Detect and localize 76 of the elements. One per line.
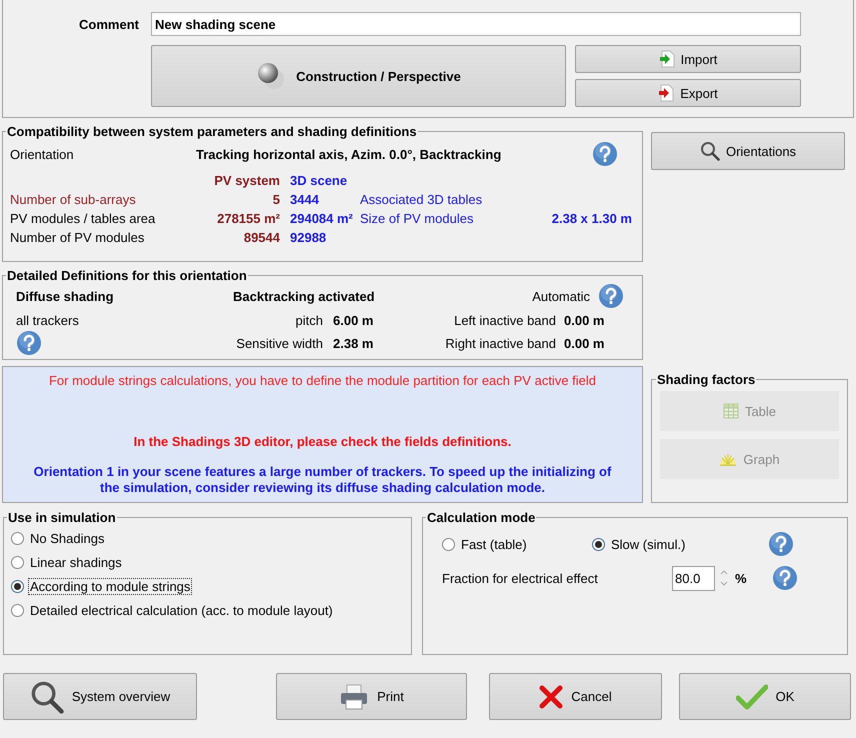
- column-header: 3D scene: [289, 173, 348, 188]
- row-label: Number of PV modules: [10, 230, 146, 245]
- search-icon: [700, 141, 720, 161]
- row-label: PV modules / tables area: [10, 211, 156, 226]
- radio-label[interactable]: Detailed electrical calculation (acc. to module layout): [29, 603, 334, 618]
- help-icon[interactable]: [598, 283, 624, 309]
- message-text: For module strings calculations, you have to define the module partition for each PV active field: [48, 373, 596, 389]
- row-label: Number of sub-arrays: [10, 192, 137, 207]
- radio-label[interactable]: No Shadings: [29, 531, 106, 546]
- radio-label[interactable]: Linear shadings: [29, 555, 123, 570]
- pv-value: 89544: [242, 230, 280, 245]
- message-text: Orientation 1 in your scene features a large number of trackers. To speed up the initializing of the simulation, consider reviewing its diffuse shading calculation mode.: [32, 464, 612, 496]
- orientation-label: Orientation: [10, 146, 75, 162]
- info-label: Size of PV modules: [360, 211, 474, 226]
- radio-label[interactable]: Fast (table): [460, 536, 528, 552]
- backtracking-status: Backtracking activated: [233, 288, 376, 304]
- orientation-value: Tracking horizontal axis, Azim. 0.0°, Backtracking: [196, 146, 502, 162]
- pv-value: 278155 m²: [216, 211, 280, 226]
- radio-button[interactable]: [442, 538, 455, 550]
- help-icon[interactable]: [16, 330, 42, 356]
- param-label: Sensitive width: [235, 336, 323, 350]
- import-icon: [658, 50, 675, 68]
- export-icon: [658, 84, 674, 102]
- construction-button[interactable]: Construction / Perspective: [151, 45, 566, 107]
- param-value: 0.00 m: [563, 313, 606, 328]
- print-button[interactable]: Print: [276, 673, 467, 720]
- param-value: 2.38 m: [332, 336, 374, 350]
- help-icon[interactable]: [772, 565, 798, 591]
- comment-field[interactable]: New shading scene: [151, 12, 801, 36]
- param-label: Left inactive band: [453, 313, 556, 328]
- radio-button[interactable]: [11, 556, 24, 569]
- radio-button[interactable]: [592, 538, 605, 550]
- ok-button[interactable]: OK: [679, 673, 851, 720]
- scene-value: 294084 m²: [289, 211, 354, 226]
- radio-button[interactable]: [11, 532, 24, 545]
- percent-unit: %: [735, 570, 747, 586]
- system-overview-button[interactable]: System overview: [3, 673, 197, 720]
- radio-button[interactable]: [11, 580, 24, 593]
- message-text: In the Shadings 3D editor, please check the fields definitions.: [134, 434, 512, 450]
- radio-label[interactable]: Slow (simul.): [610, 536, 686, 552]
- scene-value: 3444: [289, 192, 320, 207]
- diffuse-value: all trackers: [16, 313, 80, 328]
- export-button[interactable]: Export: [575, 79, 801, 107]
- orientations-button[interactable]: Orientations: [651, 132, 845, 170]
- info-value: 2.38 x 1.30 m: [550, 211, 633, 226]
- checkmark-icon: [736, 684, 768, 710]
- info-label: Associated 3D tables: [360, 192, 484, 207]
- help-icon[interactable]: [768, 531, 794, 557]
- radio-label[interactable]: According to module strings: [29, 579, 192, 594]
- fraction-field[interactable]: 80.0: [672, 566, 715, 590]
- search-icon: [30, 680, 64, 714]
- graph-icon: [719, 452, 738, 466]
- table-icon: [722, 403, 739, 419]
- group-title: Compatibility between system parameters and shading definitions: [6, 124, 418, 139]
- diffuse-shading-title: Diffuse shading: [16, 288, 115, 304]
- group-title: Detailed Definitions for this orientation: [6, 268, 248, 283]
- scene-value: 92988: [289, 230, 328, 245]
- column-header: PV system: [213, 173, 280, 188]
- param-label: Right inactive band: [444, 336, 556, 350]
- help-icon[interactable]: [592, 141, 618, 167]
- param-value: 0.00 m: [563, 336, 606, 350]
- fraction-label: Fraction for electrical effect: [442, 570, 599, 586]
- automatic-label: Automatic: [532, 288, 590, 304]
- param-value: 6.00 m: [332, 313, 374, 328]
- printer-icon: [339, 682, 370, 710]
- radio-button[interactable]: [11, 604, 24, 617]
- cancel-icon: [539, 684, 564, 708]
- cancel-button[interactable]: Cancel: [489, 673, 662, 720]
- import-button[interactable]: Import: [575, 45, 801, 73]
- param-label: pitch: [294, 313, 323, 328]
- pv-value: 5: [272, 192, 280, 207]
- group-title: Shading factors: [656, 372, 756, 387]
- group-title: Calculation mode: [426, 510, 536, 525]
- comment-label: Comment: [78, 16, 140, 32]
- sphere-icon: [256, 61, 286, 91]
- group-title: Use in simulation: [7, 510, 117, 525]
